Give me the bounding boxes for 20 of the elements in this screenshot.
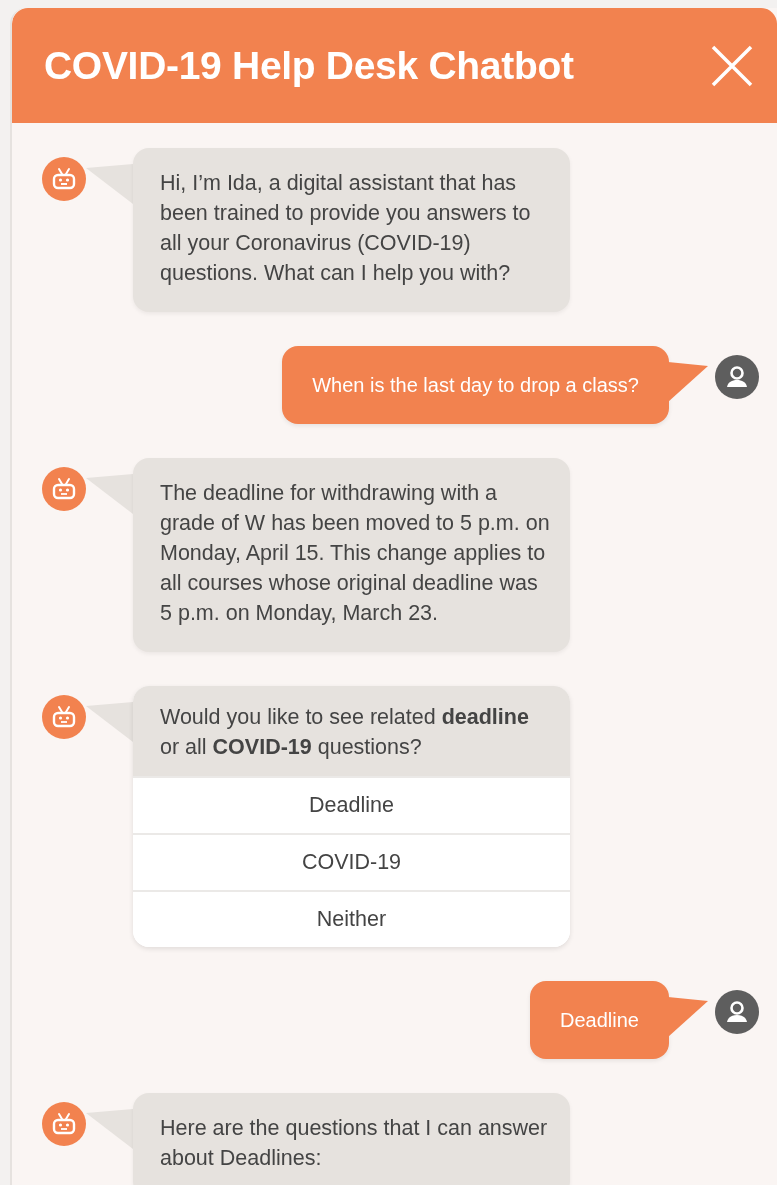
bubble-tail [86,164,133,204]
robot-icon [51,477,77,501]
bot-message: Would you like to see related deadline or all COVID-19 questions? [133,686,570,776]
bubble-tail [86,474,133,514]
bubble-tail [86,1109,133,1149]
bot-message: Hi, I’m Ida, a digital assistant that has been trained to provide you answers to all your Coronavirus (COVID-19) questions. What can I help you with? [133,148,570,312]
option-button[interactable]: Neither [133,890,570,947]
bot-message: Here are the questions that I can answer about Deadlines: [133,1093,570,1185]
user-icon [724,999,750,1025]
bubble-tail [668,362,708,402]
option-button[interactable]: COVID-19 [133,833,570,890]
user-icon [724,364,750,390]
window-title: COVID-19 Help Desk Chatbot [44,43,574,88]
robot-icon [51,167,77,191]
bubble-tail [86,702,133,742]
bot-message: The deadline for withdrawing with a grade of W has been moved to 5 p.m. on Monday, April 15. This change applies to all courses whose original deadline was 5 p.m. on Monday, March 23. [133,458,570,652]
robot-icon [51,1112,77,1136]
robot-icon [51,705,77,729]
option-button[interactable]: Deadline [133,776,570,833]
bubble-tail [668,997,708,1037]
